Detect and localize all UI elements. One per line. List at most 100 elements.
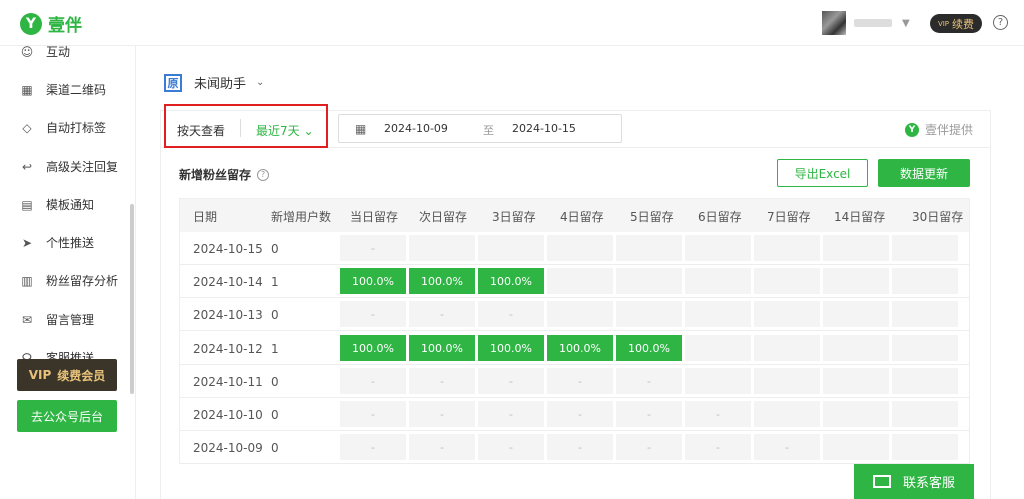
row-date: 2024-10-10 — [193, 408, 263, 422]
row-divider — [180, 463, 969, 464]
user-menu[interactable]: ▼ — [822, 11, 910, 35]
retention-cell: - — [409, 301, 475, 327]
table-header-cell: 次日留存 — [419, 210, 468, 224]
row-date: 2024-10-15 — [193, 242, 263, 256]
sidebar-item-qrcode[interactable]: ▦ 渠道二维码 — [20, 81, 106, 98]
renew-vip-button[interactable]: VIP 续费会员 — [17, 359, 117, 391]
contact-label: 联系客服 — [902, 476, 955, 491]
start-date[interactable]: 2024-10-09 — [384, 122, 448, 135]
logo[interactable]: Y 壹伴 — [20, 11, 82, 36]
retention-cell: - — [616, 401, 682, 427]
retention-cell: 100.0% — [340, 335, 406, 361]
retention-cell — [547, 268, 613, 294]
table-header-cell: 当日留存 — [350, 210, 399, 224]
retention-cell — [754, 235, 820, 261]
provided-by-label: 壹伴提供 — [925, 123, 974, 137]
retention-cell — [892, 401, 958, 427]
sidebar-item-template[interactable]: ▤ 模板通知 — [20, 196, 94, 213]
retention-cell: - — [547, 401, 613, 427]
row-date: 2024-10-11 — [193, 375, 263, 389]
row-divider — [180, 330, 969, 331]
retention-cell — [685, 301, 751, 327]
yiban-logo-icon: Y — [905, 122, 919, 137]
retention-cell — [823, 401, 889, 427]
sidebar-scrollbar[interactable] — [130, 204, 134, 394]
retention-cell: 100.0% — [478, 335, 544, 361]
retention-cell — [547, 235, 613, 261]
update-data-button[interactable]: 数据更新 — [878, 159, 970, 187]
table-header-cell: 6日留存 — [698, 210, 742, 224]
retention-cell — [685, 268, 751, 294]
help-icon[interactable]: ? — [257, 168, 270, 181]
sidebar-item-label: 自动打标签 — [46, 121, 107, 135]
retention-cell: - — [340, 401, 406, 427]
retention-cell: - — [340, 368, 406, 394]
retention-cell: - — [340, 301, 406, 327]
retention-cell: - — [478, 434, 544, 460]
sidebar-item-label: 渠道二维码 — [46, 83, 107, 97]
interact-icon: ☺ — [20, 44, 34, 59]
contact-service-button[interactable]: 联系客服 — [854, 464, 974, 499]
retention-cell: - — [547, 368, 613, 394]
retention-cell: - — [616, 368, 682, 394]
retention-cell: - — [478, 301, 544, 327]
sidebar-item-autotag[interactable]: ◇ 自动打标签 — [20, 119, 106, 136]
retention-cell — [685, 235, 751, 261]
sidebar-item-label: 高级关注回复 — [46, 160, 119, 174]
retention-cell: - — [685, 434, 751, 460]
retention-cell: - — [547, 434, 613, 460]
sidebar-item-label: 模板通知 — [46, 198, 95, 212]
retention-cell — [892, 268, 958, 294]
sidebar-item-messages[interactable]: ✉ 留言管理 — [20, 311, 94, 328]
reply-icon: ↩ — [21, 159, 33, 174]
retention-cell — [823, 335, 889, 361]
export-excel-button[interactable]: 导出Excel — [777, 159, 868, 187]
account-selector[interactable]: 原 未闻助手 ⌄ — [164, 73, 264, 92]
top-bar: Y 壹伴 ▼ VIP 续费 ? — [0, 0, 1024, 46]
goto-mp-backend-button[interactable]: 去公众号后台 — [17, 400, 117, 432]
table-header-cell: 30日留存 — [912, 210, 964, 224]
row-new-users: 1 — [271, 342, 279, 356]
row-new-users: 0 — [271, 242, 279, 256]
retention-cell — [754, 368, 820, 394]
retention-cell: 100.0% — [478, 268, 544, 294]
row-divider — [180, 430, 969, 431]
sidebar-item-label: 互动 — [46, 45, 71, 59]
retention-cell — [892, 235, 958, 261]
message-icon: ✉ — [21, 312, 33, 327]
row-date: 2024-10-13 — [193, 308, 263, 322]
retention-cell — [547, 301, 613, 327]
retention-cell — [754, 335, 820, 361]
row-new-users: 0 — [271, 375, 279, 389]
sidebar-item-follow-reply[interactable]: ↩ 高级关注回复 — [20, 158, 118, 175]
tag-icon: ◇ — [22, 120, 32, 135]
table-header-cell: 3日留存 — [492, 210, 536, 224]
vip-renew-badge[interactable]: VIP 续费 — [930, 14, 982, 33]
sidebar-item-retention[interactable]: ▥ 粉丝留存分析 — [20, 272, 118, 289]
sidebar-item-interact[interactable]: ☺ 互动 — [20, 43, 70, 60]
vip-renew-label: 续费 — [952, 17, 975, 31]
retention-cell — [892, 368, 958, 394]
row-divider — [180, 297, 969, 298]
retention-cell — [478, 235, 544, 261]
retention-cell: - — [754, 434, 820, 460]
section-title-text: 新增粉丝留存 — [179, 168, 252, 182]
app-name: 壹伴 — [48, 16, 82, 36]
end-date[interactable]: 2024-10-15 — [512, 122, 576, 135]
template-icon: ▤ — [21, 197, 33, 212]
row-divider — [180, 397, 969, 398]
retention-cell — [892, 301, 958, 327]
row-new-users: 0 — [271, 441, 279, 455]
retention-cell: 100.0% — [616, 335, 682, 361]
date-range-picker[interactable] — [338, 114, 622, 143]
table-header-cell: 7日留存 — [767, 210, 811, 224]
retention-cell: - — [616, 434, 682, 460]
retention-cell: - — [409, 401, 475, 427]
provided-by: Y 壹伴提供 — [905, 121, 973, 138]
retention-cell — [892, 335, 958, 361]
retention-cell — [823, 235, 889, 261]
highlight-box — [164, 104, 328, 148]
sidebar-item-push[interactable]: ➤ 个性推送 — [20, 234, 94, 251]
retention-cell: - — [478, 401, 544, 427]
help-icon[interactable]: ? — [993, 15, 1008, 30]
